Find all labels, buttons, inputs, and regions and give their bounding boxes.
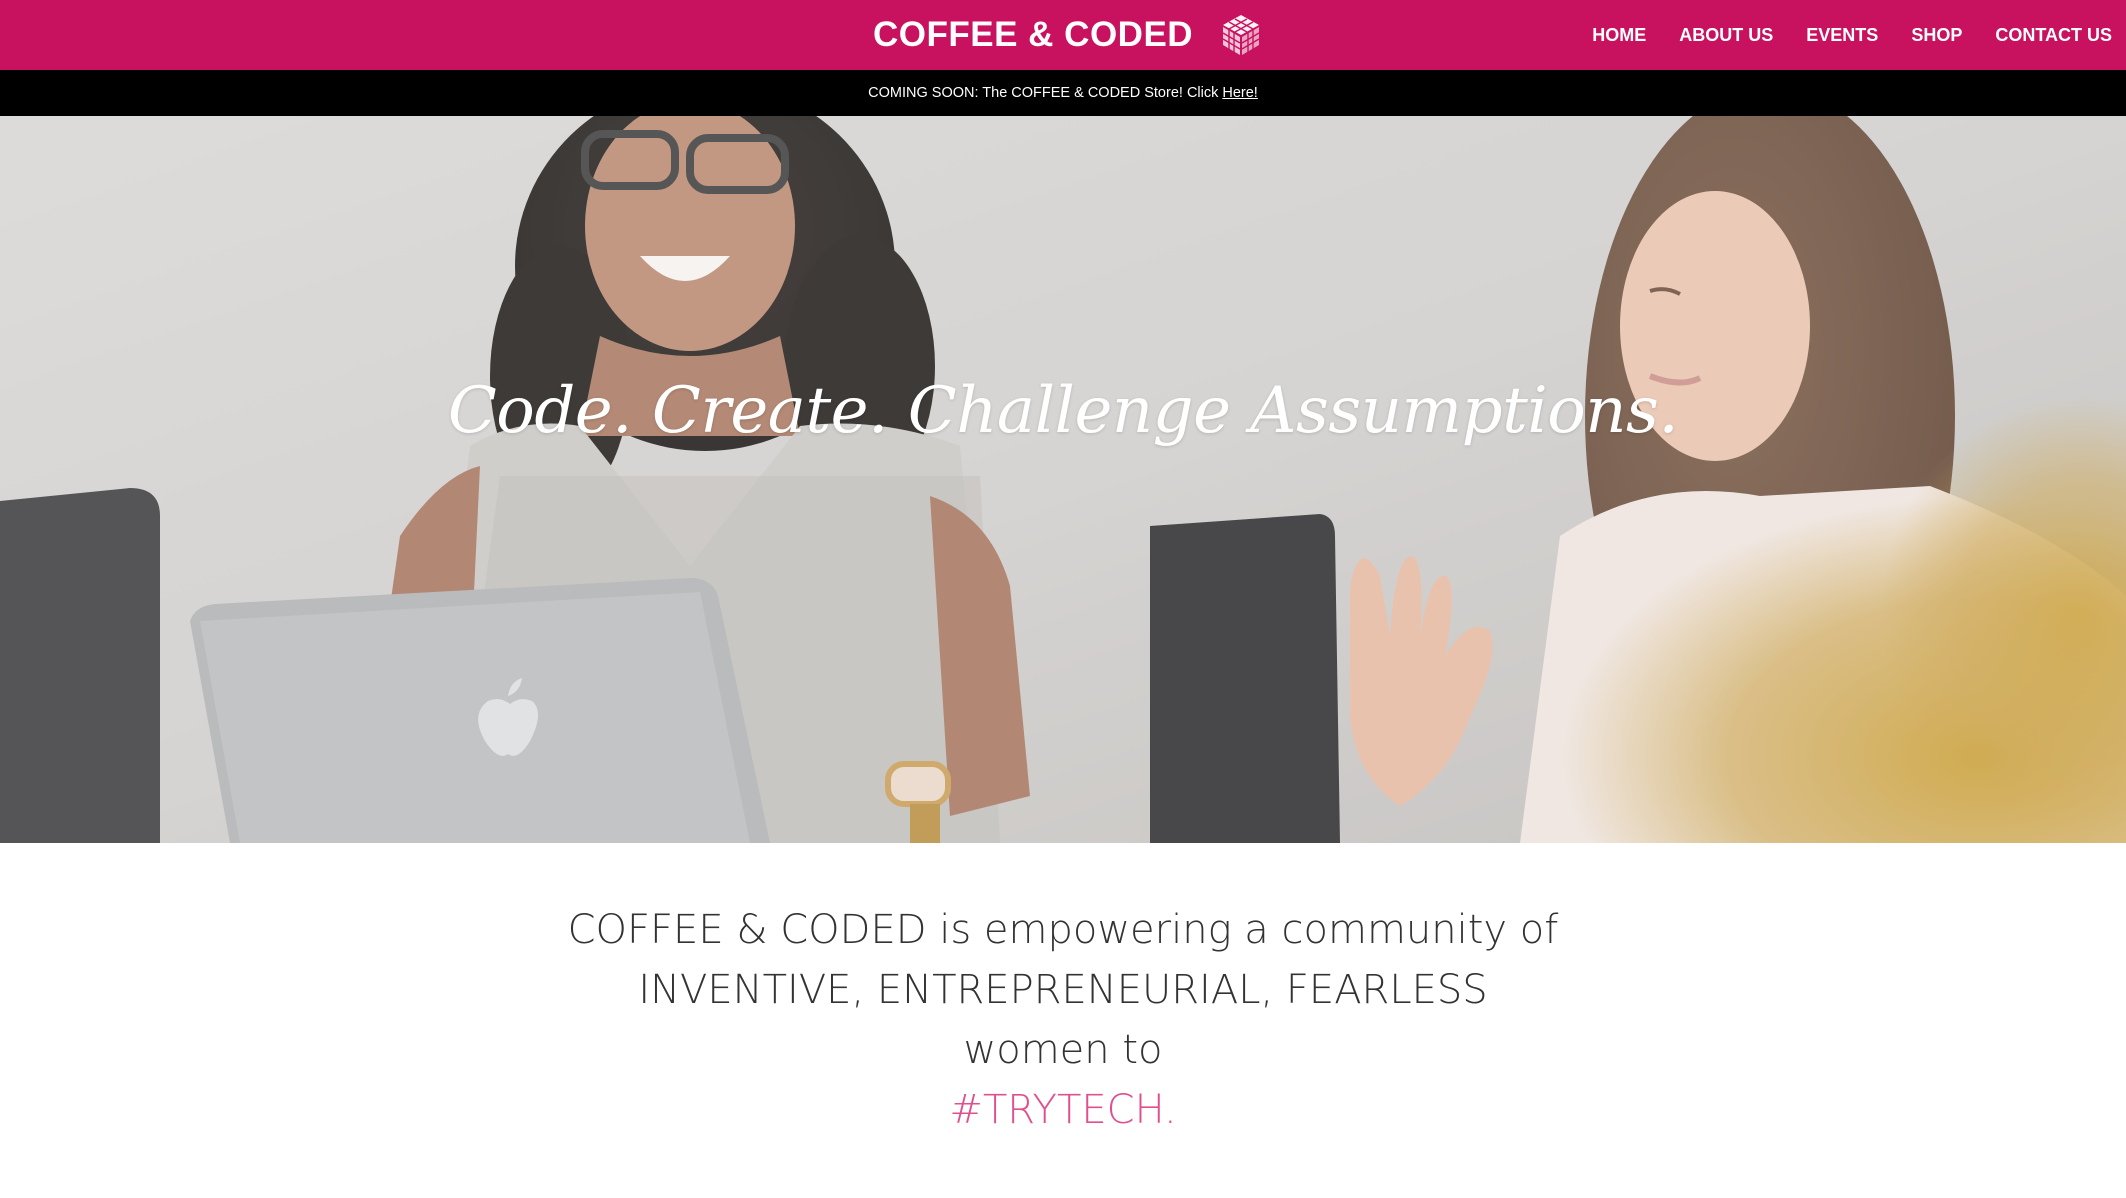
nav-item-events[interactable]: EVENTS	[1806, 25, 1878, 46]
top-navigation-bar: COFFEE & CODED HOME ABOUT US EVENTS SHOP…	[0, 0, 2126, 70]
nav-item-home[interactable]: HOME	[1592, 25, 1646, 46]
mission-line-1-text: is empowering a community of	[926, 907, 1559, 953]
announcement-text: COMING SOON: The COFFEE & CODED Store! C…	[868, 85, 1219, 101]
mission-statement: COFFEE & CODED is empowering a community…	[0, 900, 2126, 1140]
announcement-bar: COMING SOON: The COFFEE & CODED Store! C…	[0, 70, 2126, 116]
nav-item-about-us[interactable]: ABOUT US	[1679, 25, 1773, 46]
main-nav: HOME ABOUT US EVENTS SHOP CONTACT US	[1592, 0, 2112, 70]
mission-line-1: COFFEE & CODED is empowering a community…	[0, 900, 2126, 960]
mission-brand: COFFEE & CODED	[567, 907, 927, 953]
hero-headline: Code. Create. Challenge Assumptions.	[447, 374, 1679, 448]
mission-hashtag: #TRYTECH.	[949, 1087, 1177, 1133]
brand-name: COFFEE & CODED	[873, 15, 1194, 54]
announcement-link[interactable]: Here!	[1222, 85, 1257, 101]
cube-logo-icon	[1222, 15, 1260, 55]
mission-line-2: INVENTIVE, ENTREPRENEURIAL, FEARLESS	[638, 967, 1488, 1013]
brand-logo-link[interactable]: COFFEE & CODED	[873, 0, 1263, 70]
mission-line-3: women to	[963, 1027, 1163, 1073]
hero-photo	[0, 116, 2126, 843]
nav-item-contact-us[interactable]: CONTACT US	[1995, 25, 2112, 46]
nav-item-shop[interactable]: SHOP	[1911, 25, 1962, 46]
hero-banner: Code. Create. Challenge Assumptions.	[0, 116, 2126, 843]
